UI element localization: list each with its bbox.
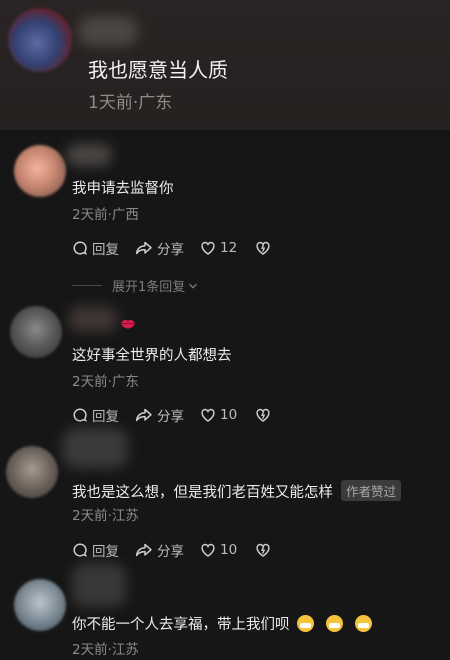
- share-label: 分享: [157, 544, 184, 560]
- comment-text: 我也是这么想，但是我们老百姓又能怎样 作者赞过: [72, 480, 402, 502]
- username-blurred[interactable]: [62, 428, 128, 468]
- share-button[interactable]: 分享: [135, 238, 184, 258]
- dislike-heart-icon: [256, 241, 270, 255]
- comment-meta: 2天前·广东: [72, 374, 139, 390]
- expand-replies-button[interactable]: 展开1条回复: [72, 276, 199, 295]
- share-label: 分享: [157, 242, 184, 258]
- dislike-button[interactable]: [255, 542, 275, 558]
- expand-replies-label: 展开1条回复: [112, 280, 186, 295]
- comment-body: 我也是这么想，但是我们老百姓又能怎样: [72, 485, 333, 501]
- share-icon: [135, 408, 152, 422]
- username-blurred[interactable]: [68, 306, 118, 332]
- comment-meta: 2天前·江苏: [72, 642, 139, 658]
- dislike-button[interactable]: [255, 407, 275, 423]
- dislike-button[interactable]: [255, 240, 275, 256]
- comment-meta: 2天前·广西: [72, 207, 139, 223]
- reply-button[interactable]: 回复: [72, 540, 119, 560]
- like-button[interactable]: 12: [200, 240, 237, 256]
- lips-icon: [120, 318, 136, 332]
- comment-text: 你不能一个人去享福，带上我们呗: [72, 613, 372, 634]
- avatar[interactable]: [14, 145, 66, 197]
- parent-comment-meta: 1天前·广东: [88, 93, 173, 113]
- like-count: 10: [220, 542, 238, 558]
- username-blurred[interactable]: [66, 144, 112, 166]
- reply-label: 回复: [92, 242, 119, 258]
- author-liked-badge: 作者赞过: [341, 480, 402, 501]
- comment-body: 你不能一个人去享福，带上我们呗: [72, 617, 290, 633]
- comment-actions: 回复 分享 10: [72, 540, 291, 560]
- share-label: 分享: [157, 409, 184, 425]
- heart-icon: [201, 241, 215, 255]
- parent-comment: 我也愿意当人质 1天前·广东: [0, 0, 450, 130]
- parent-comment-text: 我也愿意当人质: [88, 58, 228, 82]
- reply-button[interactable]: 回复: [72, 405, 119, 425]
- grin-emoji-icon: [354, 615, 372, 632]
- parent-username-blurred[interactable]: [78, 16, 138, 46]
- like-button[interactable]: 10: [200, 542, 237, 558]
- divider: [72, 285, 102, 286]
- avatar[interactable]: [14, 579, 66, 631]
- like-button[interactable]: 10: [200, 407, 237, 423]
- grin-emoji-icon: [296, 615, 314, 632]
- share-button[interactable]: 分享: [135, 405, 184, 425]
- chevron-down-icon: [189, 283, 198, 289]
- share-icon: [135, 543, 152, 557]
- comment-text: 我申请去监督你: [72, 181, 174, 197]
- heart-icon: [201, 408, 215, 422]
- comment-meta: 2天前·江苏: [72, 508, 139, 524]
- dislike-heart-icon: [256, 543, 270, 557]
- comment-icon: [73, 241, 87, 255]
- comment-text: 这好事全世界的人都想去: [72, 348, 232, 364]
- comment-icon: [73, 408, 87, 422]
- reply-label: 回复: [92, 409, 119, 425]
- heart-icon: [201, 543, 215, 557]
- parent-avatar[interactable]: [8, 8, 72, 72]
- comment-icon: [73, 543, 87, 557]
- share-icon: [135, 241, 152, 255]
- reply-button[interactable]: 回复: [72, 238, 119, 258]
- like-count: 10: [220, 407, 238, 423]
- comment-actions: 回复 分享 12: [72, 238, 291, 258]
- reply-label: 回复: [92, 544, 119, 560]
- share-button[interactable]: 分享: [135, 540, 184, 560]
- dislike-heart-icon: [256, 408, 270, 422]
- avatar[interactable]: [6, 446, 58, 498]
- username-blurred[interactable]: [72, 563, 126, 607]
- avatar[interactable]: [10, 306, 62, 358]
- like-count: 12: [220, 240, 238, 256]
- comment-actions: 回复 分享 10: [72, 405, 291, 425]
- grin-emoji-icon: [325, 615, 343, 632]
